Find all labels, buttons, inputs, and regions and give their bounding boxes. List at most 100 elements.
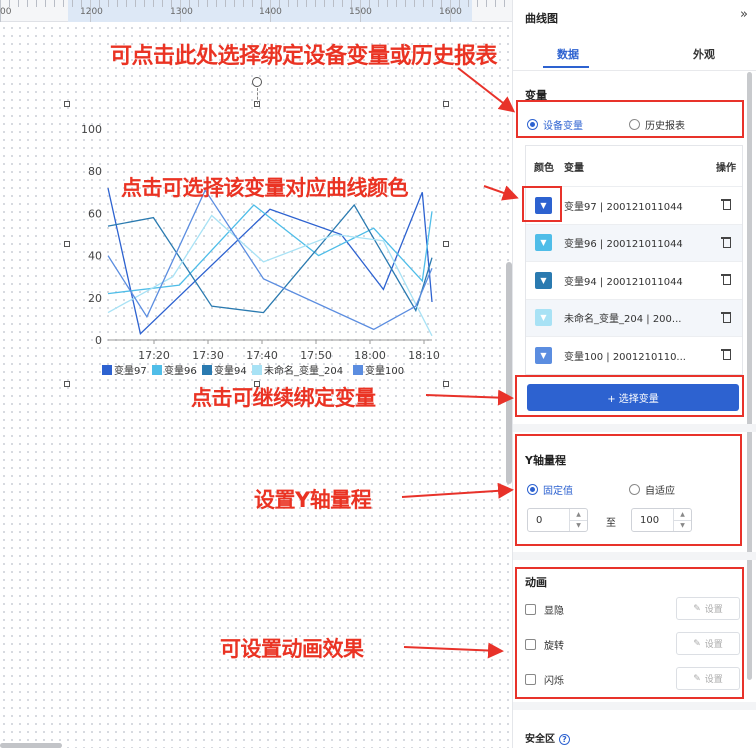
trash-icon[interactable] (721, 348, 731, 361)
active-tab-indicator (543, 66, 589, 68)
annotation-yaxis: 设置Y轴量程 (254, 488, 372, 512)
ruler-tick (216, 0, 217, 7)
annotation-box-color (522, 186, 562, 222)
ruler-tick (486, 0, 487, 7)
color-cell: ▼ (526, 234, 564, 252)
ruler-tick (162, 0, 163, 7)
variable-name: 变量96 | 200121011044 (564, 239, 683, 251)
canvas-horizontal-scrollbar[interactable] (0, 743, 62, 748)
color-picker-swatch[interactable]: ▼ (535, 346, 552, 364)
trash-icon[interactable] (721, 198, 731, 211)
resize-handle-bottom-right[interactable] (443, 381, 449, 387)
ruler-tick (342, 0, 343, 7)
action-cell (710, 311, 742, 325)
chevron-down-icon: ▼ (540, 313, 547, 323)
ruler-label: 1400 (259, 7, 282, 17)
legend-swatch (252, 365, 262, 375)
y-tick-label: 60 (88, 207, 102, 220)
rotate-handle[interactable] (252, 77, 262, 87)
annotation-box-yaxis (515, 434, 742, 546)
ruler-tick (306, 0, 307, 7)
ruler-tick (441, 0, 442, 7)
ruler-tick (153, 0, 154, 7)
ruler-tick (297, 0, 298, 7)
chevron-down-icon: ▼ (540, 238, 547, 248)
annotation-box-select (515, 375, 744, 417)
annotation-box-animation (515, 567, 744, 699)
ruler-tick (396, 0, 397, 7)
ruler-tick (36, 0, 37, 7)
ruler-tick (387, 0, 388, 7)
resize-handle-top-left[interactable] (64, 101, 70, 107)
ruler-tick (243, 0, 244, 7)
rotate-connector (257, 88, 258, 104)
ruler-tick (9, 0, 10, 7)
ruler-tick (333, 0, 334, 7)
ruler-tick (288, 0, 289, 7)
ruler-tick (315, 0, 316, 7)
col-color-header: 颜色 (534, 162, 554, 174)
ruler-label: 1600 (439, 7, 462, 17)
table-row: ▼ 变量94 | 200121011044 (526, 261, 742, 299)
ruler-tick (45, 0, 46, 7)
action-cell (710, 198, 742, 212)
annotation-color: 点击可选择该变量对应曲线颜色 (121, 176, 409, 200)
x-tick-label: 17:50 (300, 349, 332, 362)
ruler-tick (144, 0, 145, 7)
ruler-tick (27, 0, 28, 7)
legend-label: 未命名_变量_204 (264, 364, 343, 377)
col-action-header: 操作 (716, 162, 736, 174)
ruler-tick (252, 0, 253, 7)
x-tick-label: 17:20 (138, 349, 170, 362)
help-icon[interactable]: ? (559, 734, 570, 745)
legend-swatch (202, 365, 212, 375)
panel-scrollbar[interactable] (747, 72, 752, 680)
trash-icon[interactable] (721, 273, 731, 286)
line-chart[interactable]: 100 80 60 40 20 0 17:20 17:30 17:40 17:50 18:00 18… (70, 115, 440, 385)
action-cell (710, 236, 742, 250)
ruler-tick (495, 0, 496, 7)
annotation-select: 点击可继续绑定变量 (191, 386, 376, 410)
table-header: 颜色 变量 操作 (526, 146, 742, 186)
ruler-tick (432, 0, 433, 7)
color-picker-swatch[interactable]: ▼ (535, 271, 552, 289)
section-divider (513, 552, 756, 560)
ruler-tick (117, 0, 118, 7)
trash-icon[interactable] (721, 311, 731, 323)
ruler-tick (234, 0, 235, 7)
ruler-tick (171, 0, 172, 7)
color-picker-swatch[interactable]: ▼ (535, 309, 552, 327)
tab-appearance[interactable]: 外观 (693, 46, 715, 62)
x-tick-label: 17:40 (246, 349, 278, 362)
ruler-tick (72, 0, 73, 7)
variable-name: 变量100 | 2001210110... (564, 351, 686, 363)
ruler-tick (81, 0, 82, 7)
ruler-tick (477, 0, 478, 7)
legend-swatch (102, 365, 112, 375)
color-picker-swatch[interactable]: ▼ (535, 234, 552, 252)
resize-handle-top-right[interactable] (443, 101, 449, 107)
chevron-down-icon: ▼ (540, 275, 547, 285)
ruler-tick (108, 0, 109, 7)
ruler-tick (423, 0, 424, 7)
ruler-label: 1500 (349, 7, 372, 17)
legend-swatch (152, 365, 162, 375)
ruler-tick (369, 0, 370, 7)
ruler-tick (54, 0, 55, 7)
trash-icon[interactable] (721, 236, 731, 248)
ruler-label: 1300 (170, 7, 193, 17)
ruler-tick (324, 0, 325, 7)
collapse-icon[interactable]: » (740, 7, 748, 22)
color-cell: ▼ (526, 309, 564, 327)
x-tick-label: 17:30 (192, 349, 224, 362)
variable-name: 未命名_变量_204 | 200... (564, 314, 682, 326)
ruler-tick (261, 0, 262, 7)
table-row: ▼ 未命名_变量_204 | 200... (526, 298, 742, 336)
tab-data[interactable]: 数据 (557, 46, 579, 62)
resize-handle-right[interactable] (443, 241, 449, 247)
section-divider (513, 424, 756, 432)
safe-zone-section-title: 安全区? (525, 730, 570, 745)
x-tick-label: 18:10 (408, 349, 440, 362)
y-tick-label: 20 (88, 292, 102, 305)
ruler-tick (405, 0, 406, 7)
